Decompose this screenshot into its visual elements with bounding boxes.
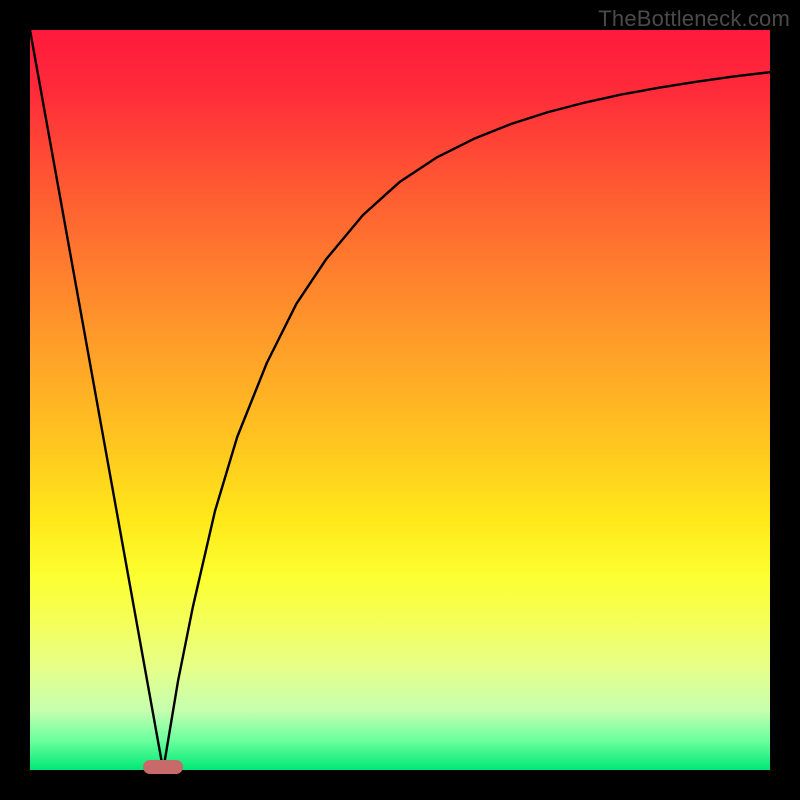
- curve-path: [30, 30, 770, 770]
- optimum-marker: [143, 760, 183, 774]
- plot-area: [30, 30, 770, 770]
- chart-frame: TheBottleneck.com: [0, 0, 800, 800]
- watermark-text: TheBottleneck.com: [598, 6, 790, 32]
- bottleneck-curve: [30, 30, 770, 770]
